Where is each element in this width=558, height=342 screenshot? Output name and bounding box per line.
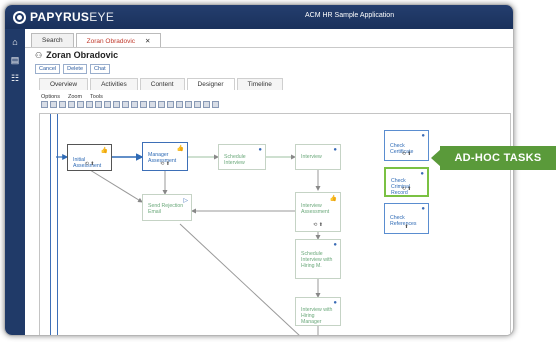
brand-suffix: EYE [89,10,115,24]
home-icon[interactable]: ⌂ [9,37,21,47]
task-label: Interview Assessment [301,203,330,215]
tab-content[interactable]: Content [139,78,185,90]
copy-icon[interactable] [59,101,66,108]
tab-timeline[interactable]: Timeline [236,78,283,90]
layout-icon[interactable] [131,101,138,108]
brand-logo: PAPYRUS EYE [13,10,114,24]
tab-label: Zoran Obradovic [86,38,136,45]
person-icon: ● [258,147,262,153]
flow-icon[interactable] [113,101,120,108]
tab-search[interactable]: Search [31,33,74,47]
tab-activities[interactable]: Activities [90,78,138,90]
delete-icon[interactable] [158,101,165,108]
subtab-bar: Overview Activities Content Designer Tim… [39,78,285,90]
person-icon: ● [420,171,424,177]
task-manager-assessment[interactable]: 👍 Manager Assessment ⟲ ⬆ [142,142,188,171]
cut-icon[interactable] [77,101,84,108]
person-icon: ● [421,133,425,139]
grid-icon[interactable] [203,101,210,108]
task-status-icon: ⟲ ⬆ [313,222,323,228]
task-initial-assessment[interactable]: 👍 Initial Assessment ⟲ ⬆ [67,144,112,171]
task-label: Interview [301,154,322,160]
task-status-icon: ⟲ ⬆ [84,161,95,167]
task-label: Interview with Hiring Manager [301,307,333,325]
thumbs-up-icon: 👍 [176,146,184,152]
task-interview-hiring[interactable]: ● Interview with Hiring Manager [295,297,341,326]
adhoc-check-criminal-record[interactable]: ● Check Criminal Record ⟲ ⬆ [384,167,429,197]
task-status-icon: ⟲ ⬆ [401,151,412,157]
tab-designer[interactable]: Designer [186,78,235,90]
refresh-icon[interactable] [50,101,57,108]
branch-icon[interactable] [122,101,129,108]
tab-overview[interactable]: Overview [39,78,89,90]
task-label: Schedule Interview with Hiring M. [301,251,333,269]
users-icon[interactable] [95,101,102,108]
task-status-icon: ⬆ [404,224,409,230]
left-sidebar: ⌂ ▤ ☷ [5,29,25,335]
person-icon: ● [333,300,337,306]
align-icon[interactable] [140,101,147,108]
edge [179,223,300,335]
close-icon[interactable]: ✕ [145,38,150,45]
thumbs-up-icon: 👍 [329,196,337,202]
adhoc-check-certificate[interactable]: ● Check Certificate ⟲ ⬆ [384,130,429,161]
sort-icon[interactable] [149,101,156,108]
ad-hoc-tasks-callout: AD-HOC TASKS [431,146,556,170]
adhoc-check-references[interactable]: ● Check References ⬆ [384,203,429,234]
link-icon[interactable] [68,101,75,108]
task-schedule-hiring[interactable]: ● Schedule Interview with Hiring M. [295,239,341,279]
page-title: ⚇ Zoran Obradovic [35,50,118,60]
tab-label: Search [42,37,63,44]
save-icon[interactable] [41,101,48,108]
menu-zoom[interactable]: Zoom [68,94,82,100]
cancel-button[interactable]: Cancel [35,64,61,74]
person-icon: ● [421,206,425,212]
tab-bar: Search Zoran Obradovic ✕ [31,33,163,47]
thumbs-up-icon: 👍 [100,148,108,154]
expand-icon[interactable] [212,101,219,108]
person-icon: ● [333,147,337,153]
edge [89,169,143,203]
tab-person[interactable]: Zoran Obradovic ✕ [75,33,162,47]
app-title: ACM HR Sample Application [305,12,395,19]
task-label: Send Rejection Email [148,203,184,215]
action-buttons: Cancel Delete Chat [35,64,113,74]
zoom-out-icon[interactable] [176,101,183,108]
fit-icon[interactable] [194,101,201,108]
top-bar: PAPYRUS EYE ACM HR Sample Application [5,5,513,29]
task-status-icon: ⟲ ⬆ [160,161,170,167]
person-icon: ● [333,242,337,248]
task-interview-assessment[interactable]: 👍 Interview Assessment ⟲ ⬆ [295,192,341,232]
logo-icon [13,10,26,24]
task-interview[interactable]: ● Interview [295,144,341,170]
person-name: Zoran Obradovic [46,50,119,60]
chat-button[interactable]: Chat [90,64,110,74]
person-icon: ⚇ [35,50,43,60]
divider [25,47,513,48]
brand-name: PAPYRUS [30,10,90,24]
users-icon[interactable]: ☷ [9,73,21,83]
folder-icon[interactable] [104,101,111,108]
zoom-in-icon[interactable] [167,101,174,108]
app-window: PAPYRUS EYE ACM HR Sample Application ⌂ ▤… [4,4,514,336]
task-schedule-interview[interactable]: ● Schedule Interview [218,144,266,170]
menu-tools[interactable]: Tools [90,94,103,100]
menu-options[interactable]: Options [41,94,60,100]
designer-toolbar [41,101,221,108]
move-icon[interactable] [185,101,192,108]
task-label: Schedule Interview [224,154,246,166]
task-status-icon: ⟲ ⬆ [401,186,412,192]
person-icon[interactable] [86,101,93,108]
designer-menu: Options Zoom Tools [41,94,111,100]
task-send-rejection[interactable]: ▷ Send Rejection Email [142,194,192,221]
inbox-icon[interactable]: ▤ [9,55,21,65]
delete-button[interactable]: Delete [63,64,88,74]
